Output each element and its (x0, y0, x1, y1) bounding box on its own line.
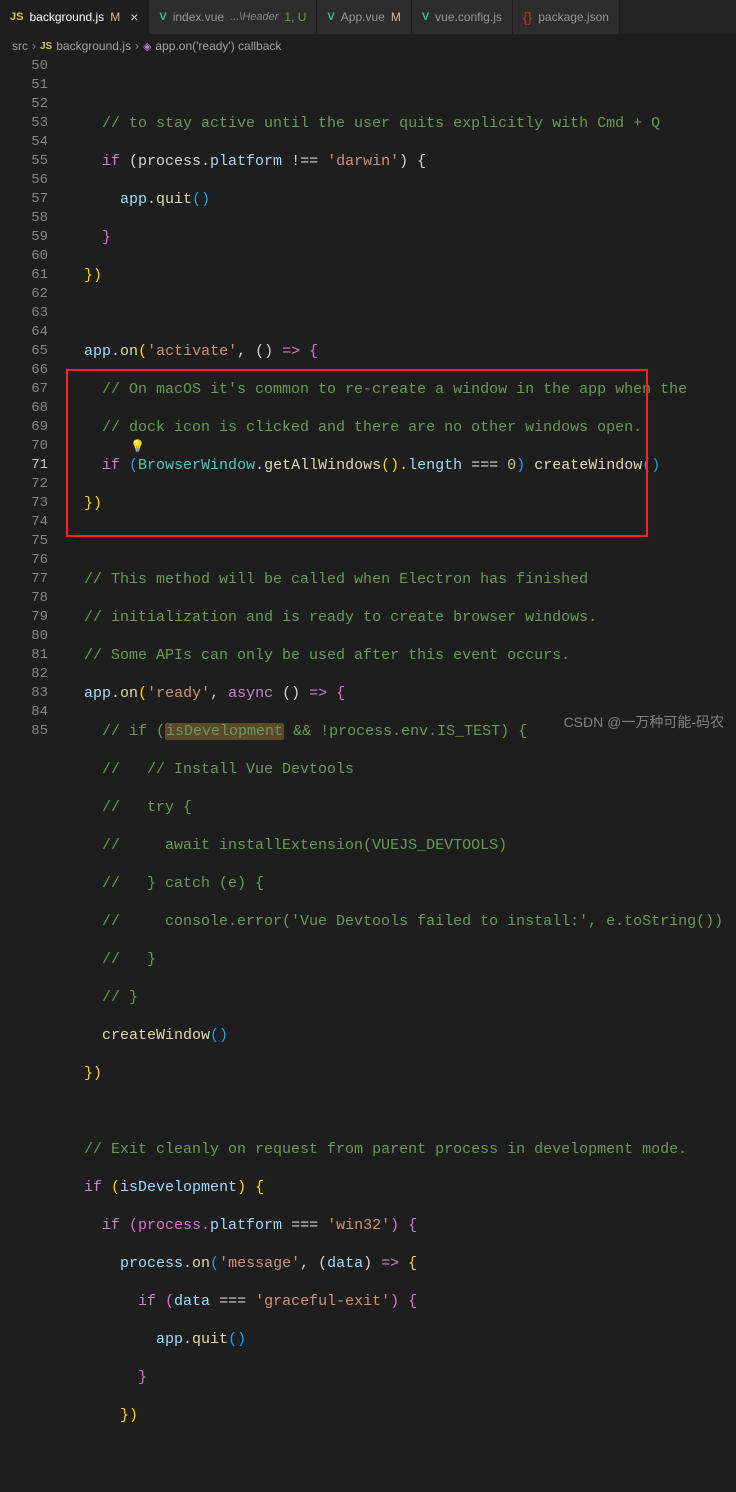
tab-package-json[interactable]: {} package.json (513, 0, 620, 34)
vue-icon: V (422, 11, 429, 23)
tab-label: background.js (29, 10, 104, 24)
watermark: CSDN @一万种可能-码农 (564, 712, 724, 732)
code-content[interactable]: 💡 // to stay active until the user quits… (66, 57, 736, 1492)
function-icon: ◈ (143, 40, 151, 53)
json-icon: {} (523, 9, 532, 25)
close-icon[interactable]: × (130, 9, 138, 25)
js-icon: JS (10, 11, 23, 23)
breadcrumb-file[interactable]: background.js (56, 39, 131, 53)
js-icon: JS (40, 41, 52, 52)
tab-label: index.vue (173, 10, 224, 24)
tab-bar: JS background.js M × V index.vue ...\Hea… (0, 0, 736, 35)
tab-label: package.json (538, 10, 609, 24)
chevron-right-icon: › (135, 39, 139, 53)
breadcrumb-src[interactable]: src (12, 39, 28, 53)
untracked-badge: 1, U (284, 10, 306, 24)
code-editor[interactable]: 5051525354555657585960616263646566676869… (0, 57, 736, 1492)
tab-app-vue[interactable]: V App.vue M (317, 0, 411, 34)
modified-badge: M (391, 10, 401, 24)
tab-vue-config[interactable]: V vue.config.js (412, 0, 513, 34)
vue-icon: V (327, 11, 334, 23)
chevron-right-icon: › (32, 39, 36, 53)
tab-label: vue.config.js (435, 10, 502, 24)
line-number-gutter: 5051525354555657585960616263646566676869… (0, 57, 66, 1492)
lightbulb-icon[interactable]: 💡 (130, 438, 145, 457)
modified-badge: M (110, 10, 120, 24)
tab-dim: ...\Header (230, 11, 278, 23)
vue-icon: V (159, 11, 166, 23)
tab-label: App.vue (341, 10, 385, 24)
tab-index-vue[interactable]: V index.vue ...\Header 1, U (149, 0, 317, 34)
tab-background-js[interactable]: JS background.js M × (0, 0, 149, 34)
breadcrumb[interactable]: src › JS background.js › ◈ app.on('ready… (0, 35, 736, 57)
breadcrumb-symbol[interactable]: app.on('ready') callback (155, 39, 281, 53)
